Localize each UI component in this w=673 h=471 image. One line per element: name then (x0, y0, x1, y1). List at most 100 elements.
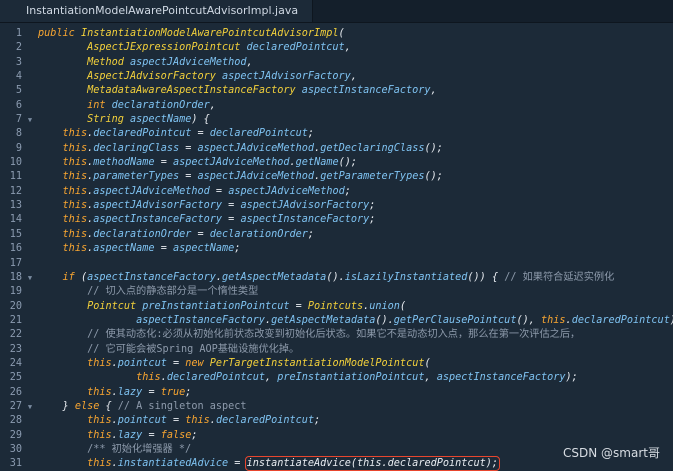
line-number: 26 (9, 386, 22, 398)
code-token: (), (516, 314, 541, 326)
code-token: methodName (93, 157, 155, 169)
code-token: = (222, 214, 241, 226)
code-line[interactable]: 22 // 使其动态化:必须从初始化前状态改变到初始化后状态。如果它不是动态切入… (0, 328, 673, 342)
code-token: this (62, 142, 88, 154)
code-line[interactable]: 21 aspectInstanceFactory.getAspectMetada… (0, 314, 673, 328)
code-line[interactable]: 28 this.pointcut = this.declaredPointcut… (0, 414, 673, 428)
code-text: this.parameterTypes = aspectJAdviceMetho… (38, 170, 443, 184)
code-token: (). (326, 271, 345, 283)
code-token: aspectJAdviceMethod (197, 171, 315, 183)
code-text: this.pointcut = this.declaredPointcut; (38, 414, 320, 428)
code-line[interactable]: 10 this.methodName = aspectJAdviceMethod… (0, 156, 673, 170)
code-line[interactable]: 25 this.declaredPointcut, preInstantiati… (0, 371, 673, 385)
code-line[interactable]: 24 this.pointcut = new PerTargetInstanti… (0, 357, 673, 371)
code-token: instantiatedAdvice (117, 458, 229, 470)
code-token: this (62, 228, 88, 240)
line-number: 11 (9, 171, 22, 183)
fold-toggle-icon[interactable]: ▼ (25, 113, 35, 127)
code-text: if (aspectInstanceFactory.getAspectMetad… (38, 271, 615, 285)
code-line[interactable]: 4 AspectJAdvisorFactory aspectJAdvisorFa… (0, 70, 673, 84)
code-area[interactable]: 1 public InstantiationModelAwarePointcutA… (0, 27, 673, 471)
line-number: 9 (15, 142, 22, 154)
code-line[interactable]: 13 this.aspectJAdvisorFactory = aspectJA… (0, 199, 673, 213)
code-token: ; (314, 415, 321, 427)
code-text: /** 初始化增强器 */ (38, 443, 191, 457)
code-line[interactable]: 18 ▼ if (aspectInstanceFactory.getAspectM… (0, 271, 673, 285)
code-token: false (160, 429, 192, 441)
code-token: Method (87, 56, 131, 68)
code-text: this.lazy = false; (38, 429, 197, 443)
file-tab[interactable]: InstantiationModelAwarePointcutAdvisorIm… (0, 0, 314, 22)
line-number: 25 (9, 372, 22, 384)
code-line[interactable]: 12 this.aspectJAdviceMethod = aspectJAdv… (0, 185, 673, 199)
code-line[interactable]: 1 public InstantiationModelAwarePointcutA… (0, 27, 673, 41)
code-text: MetadataAwareAspectInstanceFactory aspec… (38, 84, 437, 98)
code-token: this (62, 214, 88, 226)
code-token: aspectInstanceFactory (436, 372, 566, 384)
code-token: aspectName (93, 243, 155, 255)
code-line[interactable]: 9 this.declaringClass = aspectJAdviceMet… (0, 142, 673, 156)
code-token: ; (234, 243, 241, 255)
code-line[interactable]: 6 int declarationOrder, (0, 99, 673, 113)
code-token: = (166, 415, 186, 427)
code-line[interactable]: 5 MetadataAwareAspectInstanceFactory asp… (0, 84, 673, 98)
code-line[interactable]: 27 ▼ } else { // A singleton aspect (0, 400, 673, 414)
code-token: Pointcuts (307, 300, 364, 312)
code-editor-window: InstantiationModelAwarePointcutAdvisorIm… (0, 0, 673, 471)
fold-toggle-icon[interactable]: ▼ (25, 271, 35, 285)
code-line[interactable]: 3 Method aspectJAdviceMethod, (0, 56, 673, 70)
code-line[interactable]: 7 ▼ String aspectName) { (0, 113, 673, 127)
line-number: 16 (9, 243, 22, 255)
code-line[interactable]: 2 AspectJExpressionPointcut declaredPoin… (0, 41, 673, 55)
line-number: 12 (9, 185, 22, 197)
code-token: declarationOrder (209, 228, 308, 240)
code-line[interactable]: 20 Pointcut preInstantiationPointcut = P… (0, 300, 673, 314)
code-token: aspectJAdviceMethod (197, 142, 315, 154)
code-line[interactable]: 11 this.parameterTypes = aspectJAdviceMe… (0, 170, 673, 184)
code-line[interactable]: 23 // 它可能会被Spring AOP基础设施优化掉。 (0, 343, 673, 357)
code-line[interactable]: 14 this.aspectInstanceFactory = aspectIn… (0, 213, 673, 227)
code-line[interactable]: 26 this.lazy = true; (0, 386, 673, 400)
code-token: ) { (191, 114, 210, 126)
code-token: = (191, 128, 210, 140)
code-token: getName (295, 157, 339, 169)
code-token: // 使其动态化:必须从初始化前状态改变到初始化后状态。如果它不是动态切入点，那… (87, 329, 581, 341)
code-text: this.declaringClass = aspectJAdviceMetho… (38, 142, 443, 156)
fold-toggle-icon[interactable]: ▼ (25, 400, 35, 414)
code-line[interactable]: 29 this.lazy = false; (0, 429, 673, 443)
watermark: CSDN @smart哥 (563, 446, 660, 460)
code-token: true (160, 386, 186, 398)
code-text: // 切入点的静态部分是一个惰性类型 (38, 285, 258, 299)
code-token: isLazilyInstantiated (344, 271, 468, 283)
code-line[interactable]: 16 this.aspectName = aspectName; (0, 242, 673, 256)
code-token: this (87, 415, 112, 427)
line-number: 31 (9, 458, 22, 470)
code-line[interactable]: 19 // 切入点的静态部分是一个惰性类型 (0, 285, 673, 299)
line-number: 3 (15, 56, 22, 68)
code-token: ; (307, 128, 315, 140)
code-token: getDeclaringClass (320, 142, 425, 154)
code-token: ( (424, 357, 431, 369)
code-token: aspectInstanceFactory (87, 271, 216, 283)
line-number: 20 (9, 300, 22, 312)
code-token: = (228, 458, 247, 470)
line-number: 19 (9, 286, 22, 298)
code-token: pointcut (117, 415, 167, 427)
code-token: this (185, 415, 210, 427)
code-token: getPerClausePointcut (393, 314, 517, 326)
code-line[interactable]: 15 this.declarationOrder = declarationOr… (0, 228, 673, 242)
code-line[interactable]: 8 this.declaredPointcut = declaredPointc… (0, 127, 673, 141)
line-number: 17 (9, 257, 22, 269)
code-text: this.pointcut = new PerTargetInstantiati… (38, 357, 431, 371)
code-line[interactable]: 17 (0, 257, 673, 271)
code-text: this.aspectJAdvisorFactory = aspectJAdvi… (38, 199, 376, 213)
code-token: aspectInstanceFactory (93, 214, 223, 226)
code-token: preInstantiationPointcut (277, 372, 425, 384)
